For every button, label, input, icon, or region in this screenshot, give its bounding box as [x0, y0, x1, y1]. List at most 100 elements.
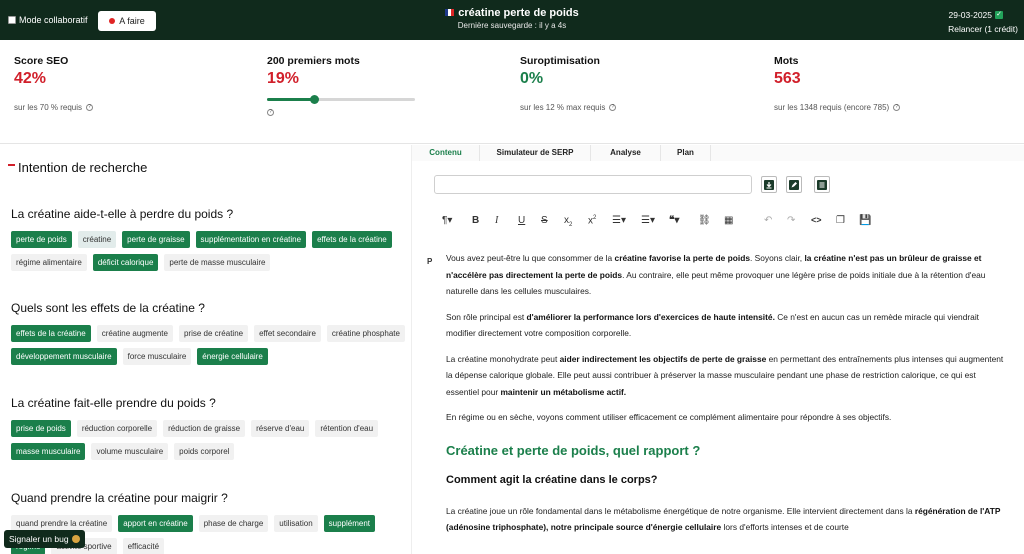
- keyword-tag[interactable]: développement musculaire: [11, 348, 117, 365]
- relaunch-button[interactable]: Relancer (1 crédit): [948, 24, 1018, 34]
- heading-h3: Comment agit la créatine dans le corps?: [446, 473, 658, 486]
- keyword-tag[interactable]: supplémentation en créatine: [195, 231, 307, 248]
- table-icon[interactable]: ▦: [724, 215, 733, 226]
- keyword-tag[interactable]: rétention d'eau: [315, 420, 379, 437]
- keyword-tag[interactable]: supplément: [323, 515, 376, 532]
- paragraph-format-icon[interactable]: ¶▾: [442, 215, 452, 226]
- paragraph: La créatine monohydrate peut aider indir…: [446, 351, 1006, 401]
- keyword-tag[interactable]: volume musculaire: [91, 443, 169, 460]
- text-run: . Soyons clair,: [749, 253, 805, 263]
- bold-run: d'améliorer la performance lors d'exerci…: [526, 311, 775, 322]
- metric-value: 19%: [267, 70, 300, 87]
- bullet-list-icon[interactable]: ☰▾: [641, 215, 655, 226]
- keyword-tag[interactable]: réduction corporelle: [76, 420, 158, 437]
- report-bug-label: Signaler un bug: [9, 534, 69, 544]
- metric-subtext: sur les 12 % max requis?: [520, 103, 617, 112]
- help-icon[interactable]: ?: [267, 109, 274, 116]
- text-run: La créatine monohydrate peut: [446, 353, 560, 364]
- text-run: Vous avez peut-être lu que consommer de …: [446, 253, 615, 263]
- paragraph: Son rôle principal est d'améliorer la pe…: [446, 309, 1006, 342]
- paragraph-marker: P: [427, 257, 433, 266]
- keyword-tag[interactable]: prise de créatine: [178, 325, 249, 342]
- flag-fr-icon: [445, 9, 455, 16]
- heading-h2: Créatine et perte de poids, quel rapport…: [446, 442, 701, 458]
- keyword-tag[interactable]: réduction de graisse: [163, 420, 246, 437]
- date-display: 29-03-2025 ✓: [949, 10, 1003, 20]
- document-button[interactable]: [814, 176, 830, 193]
- strikethrough-icon[interactable]: S: [541, 215, 548, 226]
- save-icon[interactable]: 💾: [859, 215, 871, 226]
- question-text: Quels sont les effets de la créatine ?: [11, 301, 205, 315]
- metric-subtext-text: sur les 1348 requis (encore 785): [774, 103, 890, 112]
- keyword-tag[interactable]: effets de la créatine: [11, 325, 91, 342]
- keyword-tag[interactable]: phase de charge: [198, 515, 269, 532]
- quote-icon[interactable]: ❝▾: [669, 215, 679, 226]
- help-icon[interactable]: ?: [86, 104, 94, 111]
- link-icon[interactable]: ⛓: [698, 215, 711, 226]
- keyword-tag[interactable]: énergie cellulaire: [197, 348, 268, 365]
- text-run: lors d'efforts intenses et de courte: [721, 522, 849, 532]
- help-icon[interactable]: ?: [893, 104, 901, 111]
- search-intent-panel: Intention de recherche La créatine aide-…: [0, 145, 411, 554]
- document-icon: [817, 179, 827, 190]
- metric-value: 0%: [520, 70, 544, 87]
- keyword-tag[interactable]: déficit calorique: [92, 254, 159, 271]
- keyword-tags: prise de poids réduction corporelle rédu…: [11, 420, 406, 460]
- keyword-tag[interactable]: effet secondaire: [254, 325, 321, 342]
- slider-thumb[interactable]: [310, 95, 320, 104]
- intent-heading-text: Intention de recherche: [18, 160, 148, 175]
- tab-plan[interactable]: Plan: [661, 145, 711, 161]
- editor-tabs: Contenu Simulateur de SERP Analyse Plan: [412, 145, 1024, 161]
- question-block: Quels sont les effets de la créatine ? e…: [11, 301, 406, 365]
- keyword-tag[interactable]: force musculaire: [122, 348, 192, 365]
- keyword-tag[interactable]: créatine: [77, 231, 117, 248]
- keyword-tag[interactable]: utilisation: [274, 515, 318, 532]
- tab-serp-simulator[interactable]: Simulateur de SERP: [480, 145, 591, 161]
- subscript-icon[interactable]: x2: [564, 215, 572, 228]
- bold-run: aider indirectement les objectifs de per…: [559, 353, 767, 364]
- keyword-tag[interactable]: perte de poids: [11, 231, 72, 248]
- metric-value: 563: [774, 70, 801, 87]
- keyword-tag[interactable]: effets de la créatine: [312, 231, 392, 248]
- keyword-tag[interactable]: perte de graisse: [122, 231, 190, 248]
- numbered-list-icon[interactable]: ☰▾: [612, 215, 626, 226]
- undo-icon[interactable]: ↶: [764, 215, 772, 226]
- tab-content[interactable]: Contenu: [412, 145, 480, 161]
- keyword-tag[interactable]: perte de masse musculaire: [164, 254, 271, 271]
- copy-icon[interactable]: ❐: [836, 215, 845, 226]
- download-button[interactable]: [761, 176, 777, 193]
- download-icon: [764, 179, 774, 190]
- question-text: Quand prendre la créatine pour maigrir ?: [11, 491, 228, 505]
- code-icon[interactable]: <>: [811, 215, 822, 225]
- first-200-slider[interactable]: [267, 95, 415, 105]
- keyword-tag[interactable]: masse musculaire: [11, 443, 86, 460]
- question-text: La créatine fait-elle prendre du poids ?: [11, 396, 216, 410]
- redo-icon[interactable]: ↷: [787, 215, 795, 226]
- collapse-icon[interactable]: [8, 163, 15, 166]
- keyword-tag[interactable]: régime alimentaire: [11, 254, 87, 271]
- keyword-tag[interactable]: créatine augmente: [96, 325, 173, 342]
- underline-icon[interactable]: U: [518, 215, 525, 226]
- report-bug-button[interactable]: Signaler un bug: [4, 530, 85, 548]
- editor-content[interactable]: Vous avez peut-être lu que consommer de …: [446, 250, 1006, 545]
- keyword-tag[interactable]: poids corporel: [174, 443, 235, 460]
- edit-button[interactable]: [786, 176, 802, 193]
- tab-analysis[interactable]: Analyse: [591, 145, 661, 161]
- keyword-tag[interactable]: réserve d'eau: [251, 420, 310, 437]
- metric-word-count: Mots 563 sur les 1348 requis (encore 785…: [774, 55, 901, 112]
- bold-icon[interactable]: B: [472, 215, 479, 226]
- keyword-tags: perte de poids créatine perte de graisse…: [11, 231, 406, 271]
- keyword-tag[interactable]: efficacité: [122, 538, 165, 554]
- slider-fill: [267, 98, 315, 101]
- help-icon[interactable]: ?: [609, 104, 617, 111]
- text-run: La créatine joue un rôle fondamental dan…: [446, 505, 915, 516]
- italic-icon[interactable]: I: [495, 215, 498, 226]
- superscript-icon[interactable]: x2: [588, 215, 596, 226]
- metric-subtext-text: sur les 12 % max requis: [520, 103, 606, 112]
- metric-overoptimization: Suroptimisation 0% sur les 12 % max requ…: [520, 55, 617, 112]
- keyword-tag[interactable]: créatine phosphate: [326, 325, 405, 342]
- keyword-tag[interactable]: prise de poids: [11, 420, 71, 437]
- question-block: La créatine fait-elle prendre du poids ?…: [11, 396, 406, 460]
- keyword-tag[interactable]: apport en créatine: [118, 515, 193, 532]
- url-input[interactable]: [434, 175, 752, 194]
